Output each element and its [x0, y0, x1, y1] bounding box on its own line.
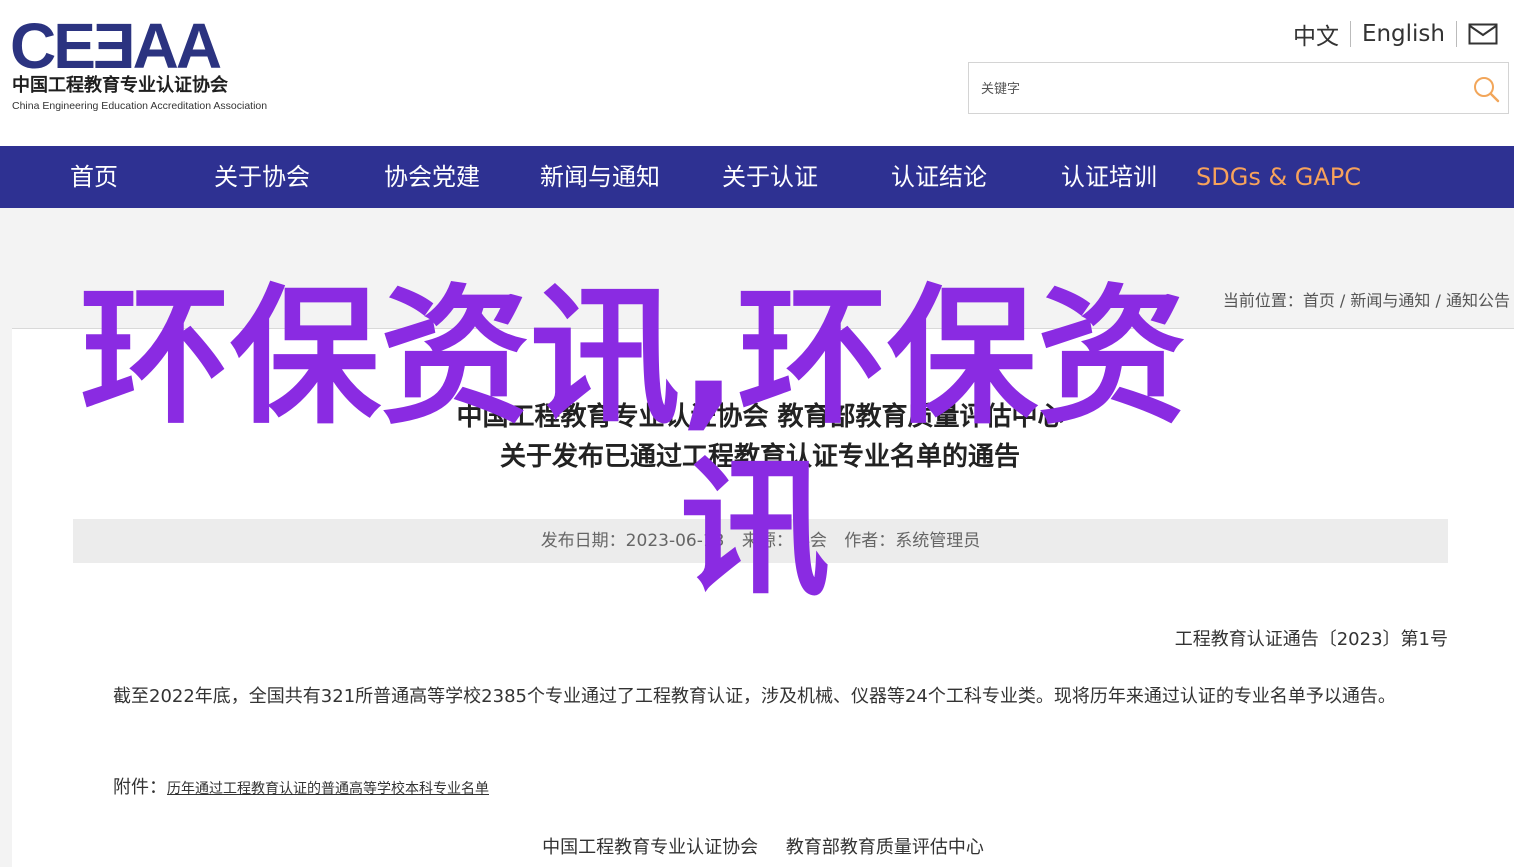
- site-header: CEƎAA 中国工程教育专业认证协会 China Engineering Edu…: [0, 0, 1514, 146]
- nav-item-accreditation[interactable]: 关于认证: [722, 146, 818, 208]
- search-input[interactable]: [979, 73, 1453, 105]
- nav-item-home[interactable]: 首页: [70, 146, 118, 208]
- attachment-label: 附件：: [113, 777, 167, 798]
- logo[interactable]: CEƎAA 中国工程教育专业认证协会 China Engineering Edu…: [10, 14, 270, 114]
- signature-evaluation-center: 教育部教育质量评估中心: [785, 837, 984, 858]
- article-author: 作者：系统管理员: [844, 531, 981, 551]
- document-number: 工程教育认证通告〔2023〕第1号: [1174, 629, 1448, 650]
- breadcrumb-separator: /: [1430, 291, 1446, 310]
- main-nav: 首页 关于协会 协会党建 新闻与通知 关于认证 认证结论 认证培训 SDGs &…: [0, 146, 1514, 208]
- breadcrumb-news-link[interactable]: 新闻与通知: [1350, 291, 1430, 310]
- lang-divider: [1456, 21, 1457, 47]
- attachment-link[interactable]: 历年通过工程教育认证的普通高等学校本科专业名单: [167, 781, 489, 797]
- content-area: 当前位置：首页 / 新闻与通知 / 通知公告 中国工程教育专业认证协会 教育部教…: [0, 208, 1514, 867]
- search-icon[interactable]: [1472, 75, 1500, 103]
- page: CEƎAA 中国工程教育专业认证协会 China Engineering Edu…: [0, 0, 1514, 867]
- lang-english-link[interactable]: English: [1351, 21, 1456, 47]
- publish-date: 发布日期：2023-06-13: [540, 531, 725, 551]
- article-title-line-2: 关于发布已通过工程教育认证专业名单的通告: [499, 442, 1020, 472]
- nav-item-party[interactable]: 协会党建: [384, 146, 480, 208]
- breadcrumb-separator: /: [1334, 291, 1351, 310]
- breadcrumb-prefix: 当前位置：: [1222, 291, 1303, 310]
- article-title-line-1: 中国工程教育专业认证协会 教育部教育质量评估中心: [456, 402, 1064, 432]
- article-meta: 发布日期：2023-06-13 来源：协会 作者：系统管理员: [73, 519, 1448, 563]
- logo-mark: CEƎAA: [10, 10, 222, 82]
- signature-association: 中国工程教育专业认证协会: [542, 837, 759, 858]
- article-title: 中国工程教育专业认证协会 教育部教育质量评估中心 关于发布已通过工程教育认证专业…: [12, 397, 1508, 477]
- logo-english-name: China Engineering Education Accreditatio…: [12, 100, 268, 112]
- article-source: 来源：协会: [741, 531, 827, 551]
- attachment: 附件：历年通过工程教育认证的普通高等学校本科专业名单: [113, 773, 489, 799]
- article-body: 截至2022年底，全国共有321所普通高等学校2385个专业通过了工程教育认证，…: [113, 686, 1396, 707]
- search-box: [968, 62, 1509, 114]
- breadcrumb: 当前位置：首页 / 新闻与通知 / 通知公告: [1223, 287, 1510, 311]
- nav-item-training[interactable]: 认证培训: [1061, 146, 1157, 208]
- logo-chinese-name: 中国工程教育专业认证协会: [12, 75, 228, 96]
- nav-item-news[interactable]: 新闻与通知: [540, 146, 660, 208]
- article: 中国工程教育专业认证协会 教育部教育质量评估中心 关于发布已通过工程教育认证专业…: [12, 328, 1514, 867]
- breadcrumb-home-link[interactable]: 首页: [1303, 291, 1335, 310]
- lang-chinese-link[interactable]: 中文: [1282, 17, 1350, 51]
- language-switcher: 中文 English: [1282, 18, 1498, 50]
- nav-item-sdgs-gapc[interactable]: SDGs & GAPC: [1196, 146, 1361, 208]
- nav-item-about[interactable]: 关于协会: [214, 146, 310, 208]
- mail-icon[interactable]: [1468, 23, 1498, 45]
- article-signature: 中国工程教育专业认证协会 教育部教育质量评估中心: [12, 833, 1514, 859]
- breadcrumb-notice-link[interactable]: 通知公告: [1446, 291, 1510, 310]
- nav-item-results[interactable]: 认证结论: [891, 146, 987, 208]
